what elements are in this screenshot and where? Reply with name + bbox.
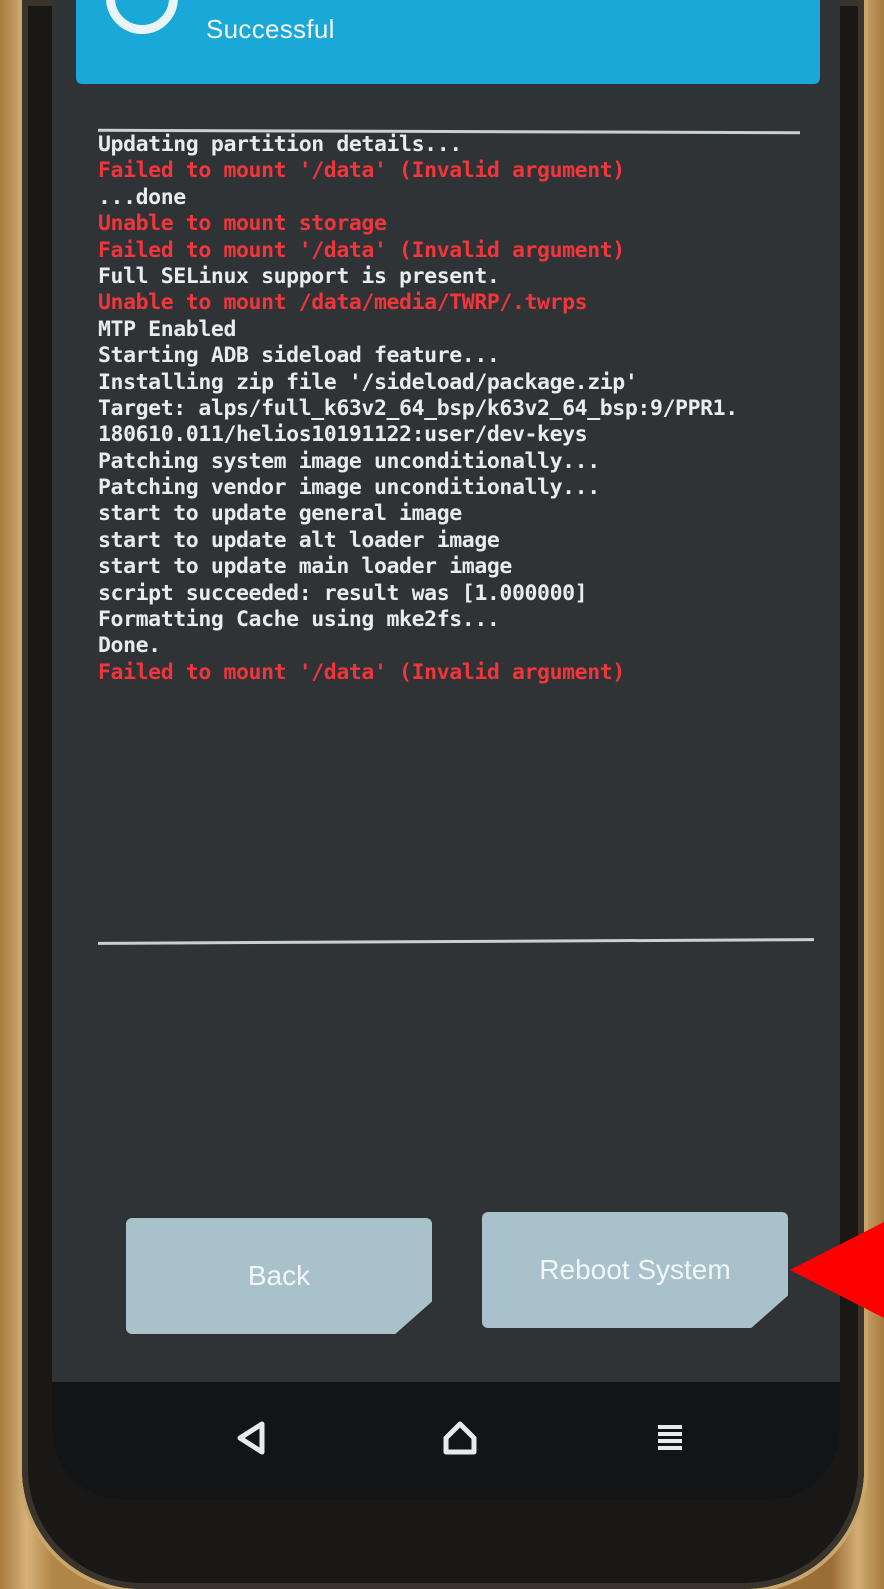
log-line: Patching vendor image unconditionally... — [98, 475, 600, 501]
log-line: 180610.011/helios10191122:user/dev-keys — [98, 422, 588, 448]
log-line: start to update general image — [98, 501, 462, 527]
log-line-error: Unable to mount storage — [98, 211, 387, 237]
log-line: Updating partition details... — [98, 132, 462, 157]
reboot-system-button[interactable]: Reboot System — [482, 1212, 788, 1328]
log-line: start to update alt loader image — [98, 527, 500, 553]
twrp-logo-icon — [106, 0, 178, 34]
log-line: script succeeded: result was [1.000000] — [98, 580, 588, 606]
log-line: Done. — [98, 633, 161, 659]
log-line: MTP Enabled — [98, 316, 236, 342]
log-line-error: Unable to mount /data/media/TWRP/.twrps — [98, 290, 588, 316]
console-bottom-divider — [97, 938, 815, 945]
back-button[interactable]: Back — [126, 1218, 432, 1334]
status-header: Successful — [76, 0, 820, 84]
status-title: Successful — [206, 14, 335, 44]
log-line: Formatting Cache using mke2fs... — [98, 607, 500, 633]
console-log: Updating partition details... Failed to m… — [98, 132, 738, 686]
log-line: Starting ADB sideload feature... — [98, 343, 500, 369]
log-line: ...done — [98, 184, 186, 210]
log-line: start to update main loader image — [98, 554, 512, 580]
home-icon[interactable] — [440, 1418, 480, 1458]
log-line: Patching system image unconditionally... — [98, 448, 600, 474]
back-triangle-icon[interactable] — [232, 1418, 272, 1458]
twrp-screen: Successful Updating partition details...… — [52, 0, 840, 1500]
log-line-error: Failed to mount '/data' (Invalid argumen… — [98, 237, 625, 263]
log-line-error: Failed to mount '/data' (Invalid argumen… — [98, 659, 625, 685]
log-line: Installing zip file '/sideload/package.z… — [98, 369, 638, 395]
menu-icon[interactable] — [650, 1418, 690, 1458]
log-line: Full SELinux support is present. — [98, 263, 500, 289]
navigation-bar — [52, 1382, 840, 1500]
log-line-error: Failed to mount '/data' (Invalid argumen… — [98, 158, 625, 184]
annotation-arrow-icon — [790, 1222, 884, 1318]
log-line: Target: alps/full_k63v2_64_bsp/k63v2_64_… — [98, 395, 738, 421]
